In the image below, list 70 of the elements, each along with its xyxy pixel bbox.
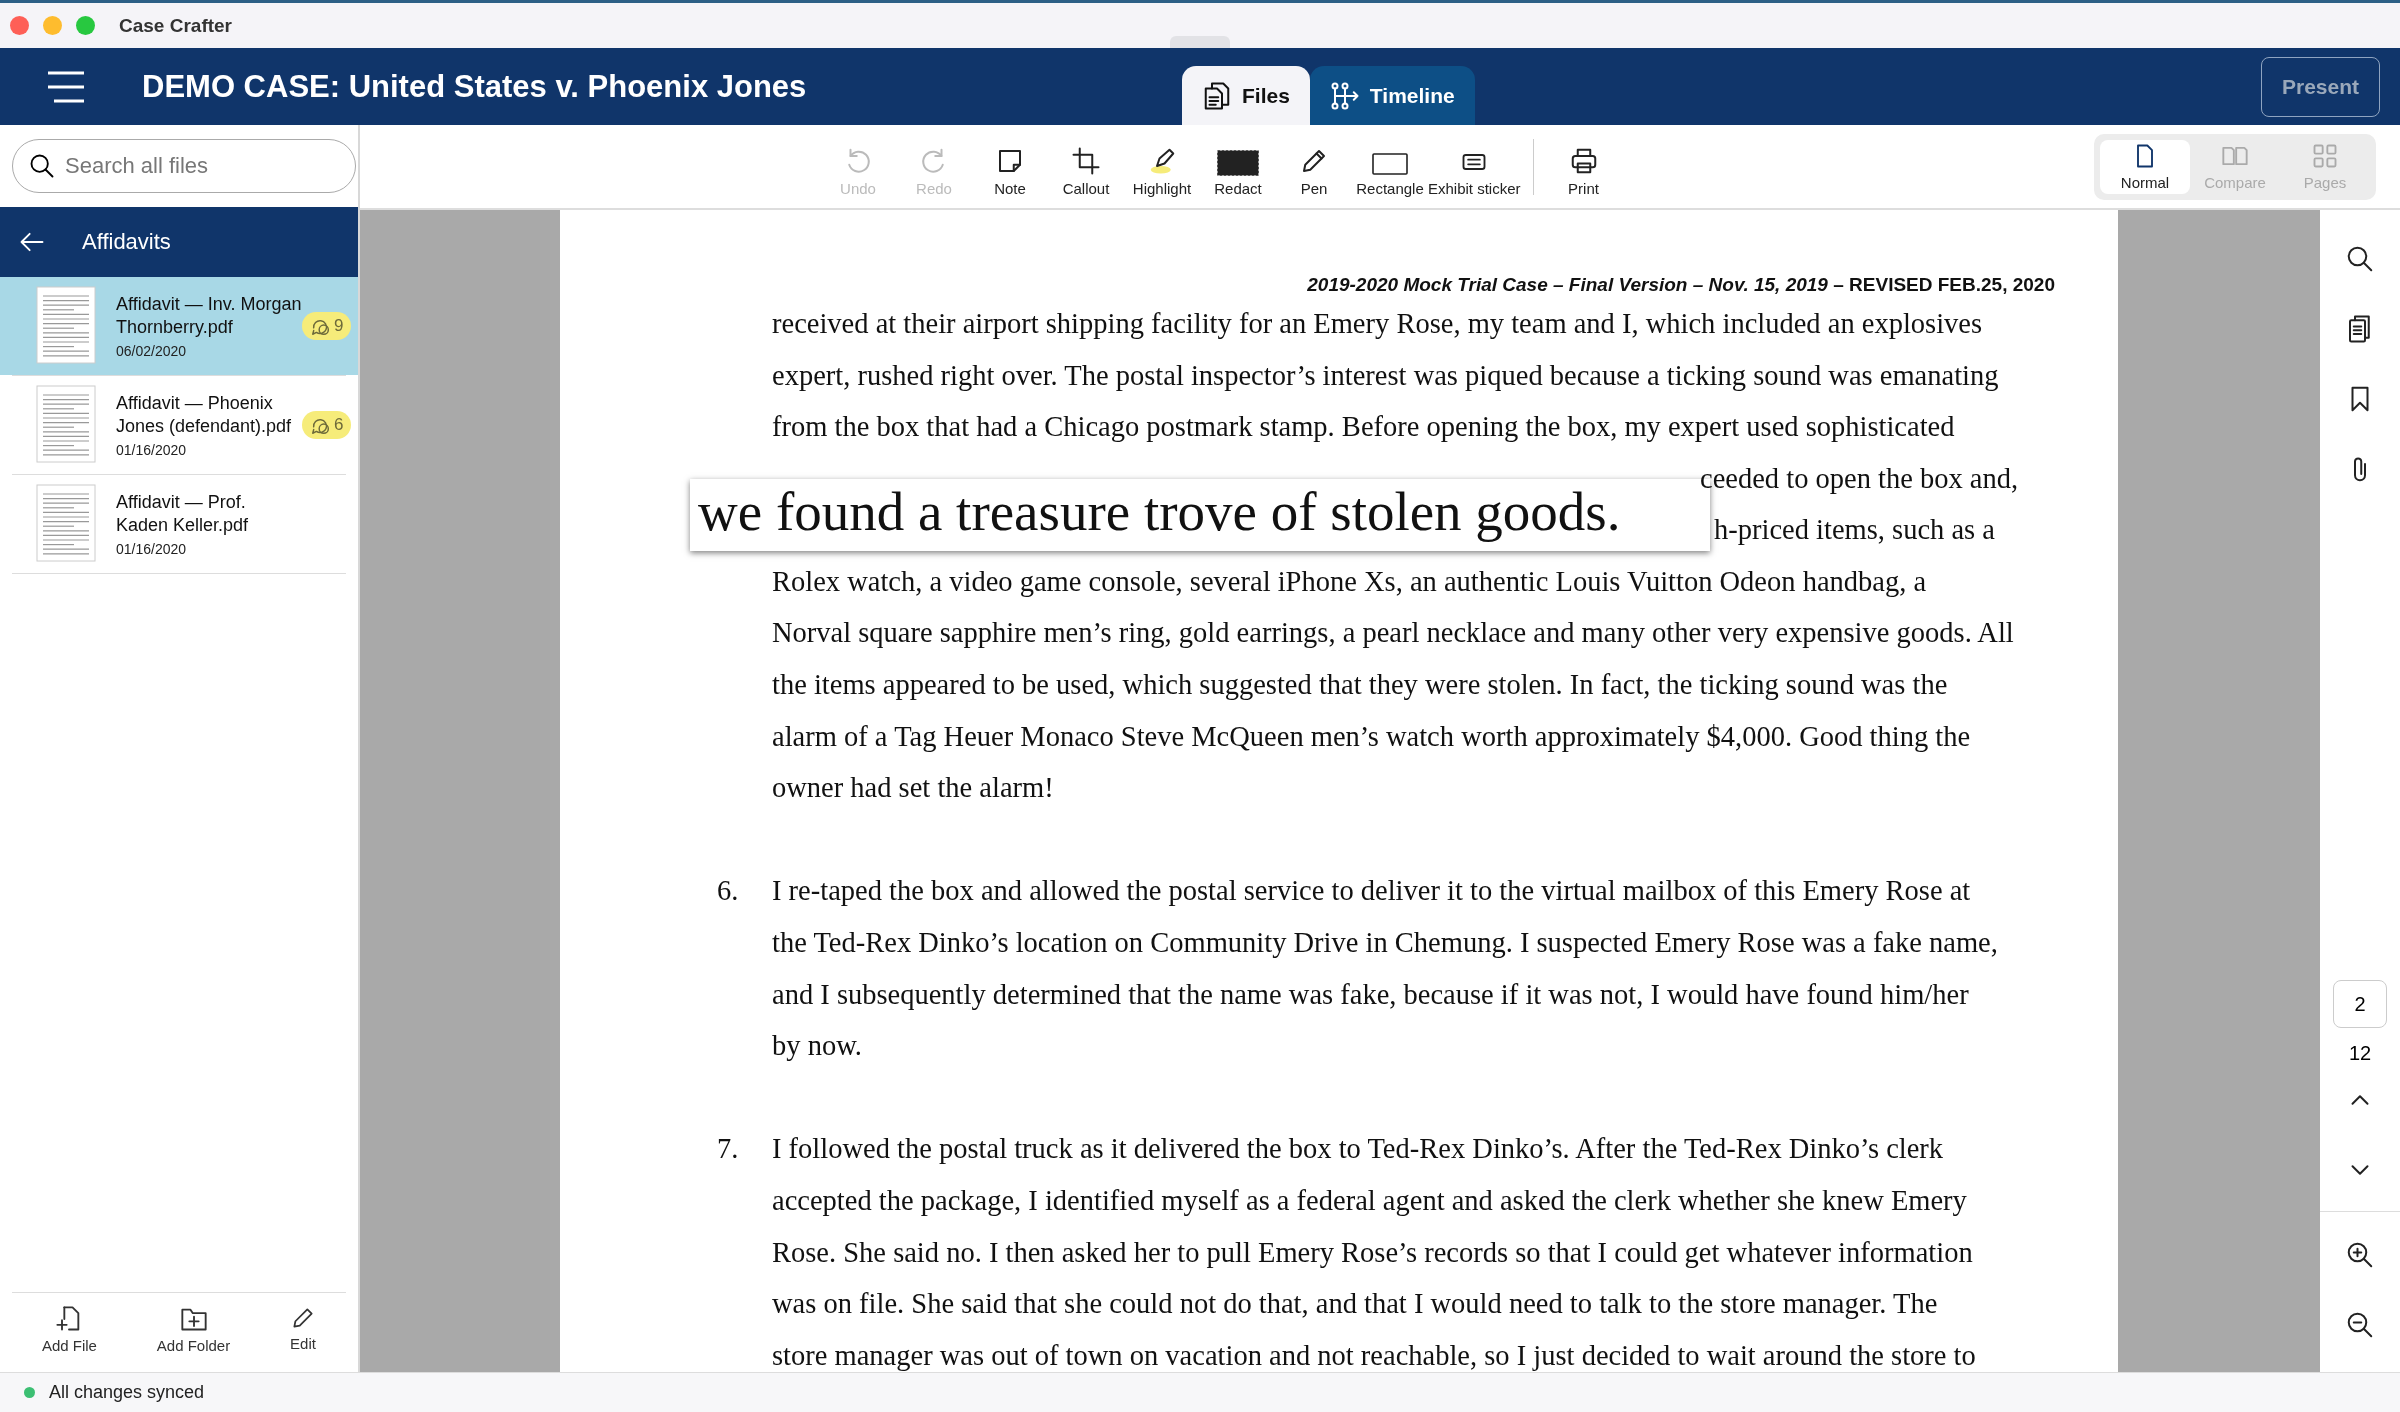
file-date: 01/16/2020: [116, 442, 188, 458]
file-name: Affidavit — Inv. Morgan Thornberry.pdf: [116, 293, 302, 339]
close-button[interactable]: [10, 16, 29, 35]
sidebar-action-button[interactable]: Add File: [37, 1301, 101, 1358]
zoom-out-icon: [2345, 1310, 2375, 1340]
documents-icon: [1202, 80, 1232, 111]
tab[interactable]: Files: [1182, 66, 1310, 125]
document-line: h-priced items, such as a: [1714, 513, 1996, 548]
document-line: accepted the package, I identified myself as a federal agent and asked the clerk whether she knew Emery: [772, 1183, 1968, 1218]
file-item[interactable]: Affidavit — Prof. Kaden Keller.pdf 01/16/2020: [0, 475, 358, 573]
document-line: Norval square sapphire men’s ring, gold earrings, a pearl necklace and many other very expensive goods. All: [772, 616, 2015, 651]
toolbar-button[interactable]: Note: [972, 136, 1048, 197]
file-date: 01/16/2020: [116, 541, 188, 557]
sidebar-action-button[interactable]: Add Folder: [152, 1301, 235, 1358]
file-item[interactable]: Affidavit — Phoenix Jones (defendant).pdf 01/16/2020 6: [0, 376, 358, 474]
drag-handle[interactable]: [1170, 36, 1230, 48]
document-line: was on file. She said that she could not do that, and that I would need to talk to the store manager. The: [772, 1287, 1939, 1322]
file-name: Affidavit — Prof. Kaden Keller.pdf: [116, 491, 250, 537]
page-count: 12: [2348, 1042, 2372, 1065]
comment-count: 9: [302, 312, 352, 340]
folder-title: Affidavits: [82, 229, 171, 255]
case-title: DEMO CASE: United States v. Phoenix Jones: [142, 68, 808, 105]
page-number-field[interactable]: 2: [2333, 980, 2387, 1028]
search-icon: [2345, 244, 2375, 274]
paragraph-number: 7.: [717, 1132, 740, 1167]
crop-icon: [1071, 145, 1101, 176]
menu-icon[interactable]: [46, 70, 86, 104]
toolbar-button[interactable]: Redact: [1200, 136, 1276, 197]
grid-icon: [2311, 142, 2339, 170]
search-field[interactable]: Search all files: [12, 139, 356, 193]
document-line: the Ted-Rex Dinko’s location on Community Drive in Chemung. I suspected Emery Rose was a fake name,: [772, 925, 1998, 960]
present-button[interactable]: Present: [2260, 56, 2380, 117]
minimize-button[interactable]: [43, 16, 62, 35]
document-line: and I subsequently determined that the name was fake, because if it was not, I would have found him/her: [772, 977, 1970, 1012]
toolbar-button[interactable]: Pen: [1276, 136, 1352, 197]
document-line: expert, rushed right over. The postal inspector’s interest was piqued because a ticking sound was emanating: [772, 358, 2000, 393]
document-line: owner had set the alarm!: [772, 771, 1055, 806]
document-line: from the box that had a Chicago postmark stamp. Before opening the box, my expert used sophisticated: [772, 410, 1956, 445]
file-date: 06/02/2020: [116, 343, 188, 359]
document-line: by now.: [772, 1029, 863, 1064]
file-item[interactable]: Affidavit — Inv. Morgan Thornberry.pdf 06/02/2020 9: [0, 277, 358, 375]
window-title: Case Crafter: [119, 14, 232, 37]
paragraph-number: 6.: [717, 874, 740, 909]
document-line: alarm of a Tag Heuer Monaco Steve McQueen men’s watch worth approximately $4,000. Good thing the: [772, 719, 1972, 754]
toolbar-button[interactable]: Print: [1545, 136, 1622, 197]
document-line: Rolex watch, a video game console, several iPhone Xs, an authentic Louis Vuitton Odeon handbag, a: [772, 564, 1928, 599]
document-line: received at their airport shipping facility for an Emery Rose, my team and I, which included an explosives: [772, 307, 1984, 341]
status-text: All changes synced: [49, 1382, 205, 1403]
toolbar-button[interactable]: Exhibit sticker: [1428, 136, 1521, 197]
tab[interactable]: Timeline: [1309, 66, 1475, 125]
search-icon: [28, 152, 56, 180]
timeline-icon: [1329, 80, 1360, 111]
file-name: Affidavit — Phoenix Jones (defendant).pdf: [116, 392, 293, 438]
comment-count: 6: [302, 411, 352, 439]
maximize-button[interactable]: [76, 16, 95, 35]
document-line: I followed the postal truck as it delivered the box to Ted-Rex Dinko’s. After the Ted-Rex Dinko’s clerk: [772, 1132, 1945, 1167]
page-header: 2019-2020 Mock Trial Case – Final Version – Nov. 15, 2019 – REVISED FEB.25, 2020: [1306, 274, 2055, 296]
document-line: store manager was out of town on vacation and not reachable, so I just decided to wait around the store to: [772, 1338, 1976, 1372]
rectangle-icon: [1372, 151, 1408, 176]
document-line: Rose. She said no. I then asked her to pull Emery Rose’s records so that I could get whatever information: [772, 1235, 1974, 1270]
toolbar-button[interactable]: Highlight: [1124, 136, 1200, 197]
view-mode-button[interactable]: Normal: [2100, 139, 2190, 194]
toolbar-button[interactable]: Rectangle: [1352, 136, 1428, 197]
sidebar-action-button[interactable]: Edit: [286, 1301, 321, 1358]
toolbar-button[interactable]: Callout: [1048, 136, 1124, 197]
sync-status-dot: [24, 1387, 35, 1398]
zoom-in-icon: [2345, 1240, 2375, 1270]
document-line: I re-taped the box and allowed the postal service to deliver it to the virtual mailbox of this Emery Rose at: [772, 874, 1972, 909]
document-line: the items appeared to be used, which suggested that they were stolen. In fact, the ticking sound was the: [772, 667, 1949, 702]
redact-icon: [1217, 149, 1259, 176]
